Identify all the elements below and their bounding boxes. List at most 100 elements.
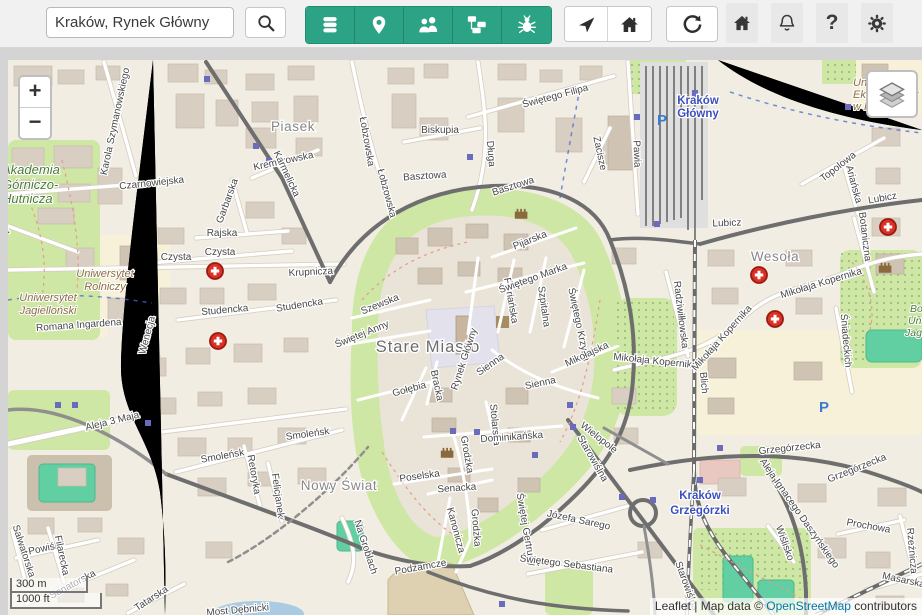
refresh-icon — [681, 13, 704, 36]
map-label: Górniczo- — [8, 177, 59, 192]
map-label: Krupnicza — [288, 266, 333, 279]
tram-stop-marker — [532, 452, 538, 458]
map-label: Rolniczy — [84, 281, 127, 293]
map-label: Długa — [484, 140, 497, 167]
gear-icon — [867, 12, 887, 35]
zoom-in-button[interactable]: + — [20, 77, 50, 107]
map-label: Czysta — [161, 252, 192, 263]
tram-stop-marker — [717, 445, 723, 451]
osm-link[interactable]: OpenStreetMap — [766, 599, 851, 613]
map-label: Blich — [697, 372, 710, 395]
tram-stop-marker — [467, 154, 473, 160]
scale-control: 300 m 1000 ft — [10, 578, 102, 609]
people-layer-button[interactable] — [404, 7, 453, 43]
refresh-button[interactable] — [666, 6, 718, 42]
scale-metric: 300 m — [10, 578, 88, 594]
map-label: Kraków — [677, 95, 719, 107]
settings-button[interactable] — [861, 3, 893, 43]
tram-stop-marker — [253, 143, 259, 149]
home-view-button[interactable] — [608, 7, 651, 41]
tram-stop-marker — [845, 104, 851, 110]
toolbar: ? — [0, 0, 922, 48]
tram-stop-marker — [72, 402, 78, 408]
hierarchy-layer-button[interactable] — [453, 7, 502, 43]
home-icon — [732, 12, 752, 34]
bell-icon — [777, 12, 797, 34]
parking-icon: P — [657, 112, 667, 129]
sitemap-icon — [466, 14, 488, 36]
map-label: Główny — [677, 108, 719, 120]
tram-stop-marker — [619, 494, 625, 500]
tram-stop-marker — [474, 429, 480, 435]
castle-icon — [441, 448, 454, 458]
map-label: Pawia — [631, 140, 643, 168]
tram-stop-marker — [634, 114, 640, 120]
map-label: Nowy Świat — [301, 478, 378, 493]
navigation-group — [564, 6, 652, 42]
map-label: Rajska — [207, 228, 238, 239]
bug-icon — [516, 14, 538, 36]
tram-stop-marker — [650, 497, 656, 503]
map-label: Biskupia — [421, 125, 459, 136]
map-label: Hutnicza — [8, 191, 53, 206]
tram-stop-marker — [55, 402, 61, 408]
map-label: Grzegórzki — [670, 505, 729, 517]
tram-stop-marker — [570, 424, 576, 430]
hospital-marker[interactable] — [207, 263, 223, 279]
search-input[interactable] — [46, 7, 234, 38]
scale-imperial: 1000 ft — [10, 593, 102, 609]
map-label: Uniwersytetu — [908, 315, 922, 327]
tram-stop-marker — [697, 477, 703, 483]
map-label: Wesoła — [751, 249, 799, 264]
map-label: Lubicz — [712, 218, 741, 230]
map-label: Jagielloński — [19, 305, 77, 317]
map-label: Uniwersytet — [19, 292, 77, 304]
app-home-button[interactable] — [726, 3, 758, 43]
hospital-marker[interactable] — [210, 333, 226, 349]
map-label: Czysta — [205, 247, 236, 258]
users-icon — [417, 14, 439, 36]
map-marker-icon — [369, 14, 389, 36]
locate-arrow-icon — [576, 14, 597, 35]
layers-control[interactable] — [866, 70, 918, 118]
magnifier-icon — [255, 12, 277, 34]
tram-stop-marker — [499, 601, 505, 607]
hospital-marker[interactable] — [880, 219, 896, 235]
map-label: Piasek — [271, 119, 315, 134]
hospital-marker[interactable] — [751, 267, 767, 283]
help-icon: ? — [826, 11, 839, 35]
tram-stop-marker — [145, 420, 151, 426]
map-label: Botaniczny — [910, 303, 922, 315]
map-label: Kraków — [679, 490, 721, 502]
notifications-button[interactable] — [771, 3, 803, 43]
castle-icon — [515, 209, 528, 219]
tram-stop-marker — [450, 428, 456, 434]
tram-stop-marker — [654, 221, 660, 227]
map-label: Jagiellońskiego — [904, 327, 922, 339]
parking-icon: P — [819, 399, 829, 416]
database-layer-button[interactable] — [306, 7, 355, 43]
castle-icon — [879, 263, 892, 273]
attribution-suffix: contributors — [851, 599, 917, 613]
map-canvas[interactable]: PiasekStare MiastoNowy ŚwiatWesołaKraków… — [8, 60, 922, 615]
search-button[interactable] — [245, 7, 286, 38]
map-label: Uniwersytet — [76, 268, 134, 280]
hospital-marker[interactable] — [767, 311, 783, 327]
attribution-prefix: Leaflet | Map data © — [655, 599, 766, 613]
map-label: Akademia — [8, 162, 60, 177]
attribution: Leaflet | Map data © OpenStreetMap contr… — [650, 598, 922, 615]
zoom-out-button[interactable]: − — [20, 107, 50, 138]
locate-button[interactable] — [565, 7, 608, 41]
map-tiles: PiasekStare MiastoNowy ŚwiatWesołaKraków… — [8, 60, 922, 615]
app-buttons-group: ? — [726, 3, 893, 43]
tram-stop-marker — [204, 76, 210, 82]
help-button[interactable]: ? — [816, 3, 848, 43]
map-tools-group — [305, 6, 552, 44]
zoom-control: + − — [18, 75, 52, 140]
layers-icon — [877, 79, 907, 109]
issues-layer-button[interactable] — [502, 7, 551, 43]
tram-stop-marker — [567, 402, 573, 408]
markers-layer-button[interactable] — [355, 7, 404, 43]
home-icon — [619, 14, 640, 35]
database-icon — [320, 14, 340, 36]
